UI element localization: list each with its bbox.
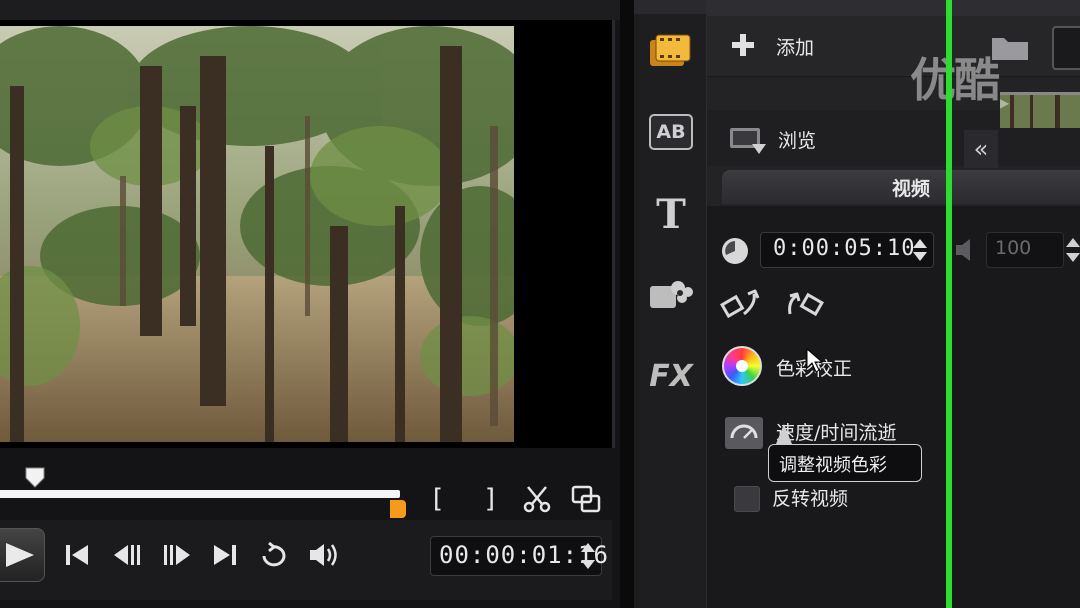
clip-volume-field[interactable]: 100 [986, 232, 1064, 268]
reverse-video-label[interactable]: 反转视频 [772, 484, 848, 511]
watermark-play-icon: ▶ [1000, 96, 1010, 110]
skip-to-end-icon[interactable] [210, 540, 240, 570]
play-button[interactable] [0, 528, 45, 582]
speed-time-lapse-button[interactable]: 速度/时间流逝 [776, 418, 896, 445]
scissors-icon[interactable] [522, 484, 552, 514]
video-preview-image [0, 26, 514, 442]
next-frame-icon[interactable] [160, 540, 194, 570]
browse-button[interactable]: 浏览 [778, 126, 816, 153]
previous-frame-icon[interactable] [110, 540, 144, 570]
enlarge-preview-icon[interactable] [570, 484, 602, 514]
skip-to-start-icon[interactable] [62, 540, 92, 570]
tab-video[interactable]: 视频 [722, 170, 1080, 204]
duration-value: 0:00:05:10 [773, 236, 916, 261]
youku-watermark: 优酷 [910, 53, 1000, 107]
film-strip-icon[interactable] [644, 30, 698, 74]
timecode-decrease-icon[interactable] [581, 560, 595, 569]
clock-icon [720, 236, 750, 266]
toolbar-grip[interactable] [634, 0, 706, 14]
duration-increase-icon[interactable] [913, 239, 927, 248]
scrubber-handle[interactable] [24, 466, 46, 488]
duration-field[interactable]: 0:00:05:10 [760, 232, 934, 268]
clip-volume-icon[interactable] [954, 236, 980, 264]
rotate-right-icon[interactable] [782, 286, 828, 322]
tab-video-label: 视频 [892, 178, 931, 200]
panel-divider [620, 0, 634, 608]
mark-in-button[interactable]: [ [428, 484, 448, 514]
library-thumbnail-strip[interactable] [1000, 92, 1080, 128]
ab-transition-label: AB [649, 114, 693, 150]
mark-out-button[interactable]: ] [480, 484, 500, 514]
speed-icon[interactable] [724, 416, 764, 450]
fx-filter-icon[interactable]: FX [644, 354, 698, 398]
color-wheel-icon [722, 346, 762, 386]
timecode-field[interactable]: 00:00:01:16 [430, 536, 608, 576]
mouse-cursor-icon [806, 347, 824, 374]
media-thumbnail[interactable] [1052, 26, 1080, 70]
clip-volume-value: 100 [995, 237, 1032, 259]
tooltip: 调整视频色彩 [768, 444, 922, 482]
green-guide-line [946, 0, 952, 608]
volume-spinner-icon[interactable] [1066, 236, 1080, 264]
timeline-scrubber-area [0, 448, 612, 518]
title-t-icon[interactable]: T [644, 191, 698, 238]
duration-decrease-icon[interactable] [913, 252, 927, 261]
rotate-left-icon[interactable] [720, 286, 766, 322]
browse-icon[interactable] [728, 124, 768, 158]
panel-title-bar [707, 0, 1080, 16]
volume-icon[interactable] [306, 540, 342, 570]
trim-end-marker[interactable] [390, 500, 406, 518]
player-header [0, 0, 620, 20]
ab-transition-icon[interactable]: AB [644, 110, 698, 154]
tooltip-text: 调整视频色彩 [779, 455, 887, 476]
collapse-library-button[interactable]: « [964, 130, 998, 168]
add-icon[interactable] [730, 32, 756, 58]
reverse-video-checkbox[interactable] [734, 486, 760, 512]
add-button[interactable]: 添加 [776, 33, 814, 60]
repeat-icon[interactable] [258, 540, 290, 570]
scrubber-track[interactable] [0, 490, 400, 498]
play-icon [6, 543, 34, 567]
tooltip-pointer [776, 424, 792, 444]
timecode-increase-icon[interactable] [581, 543, 595, 552]
graphic-icon[interactable] [644, 272, 698, 316]
